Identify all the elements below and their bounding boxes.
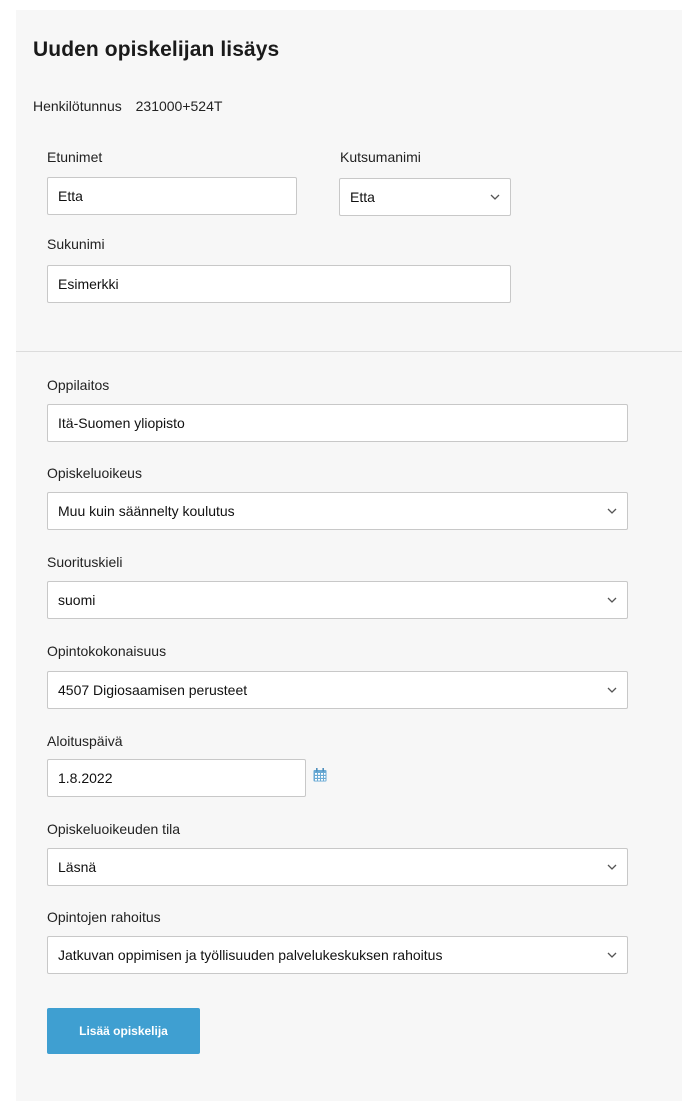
kutsumanimi-value: Etta	[350, 189, 375, 205]
hetu-label: Henkilötunnus	[33, 98, 122, 114]
sukunimi-label: Sukunimi	[47, 236, 105, 252]
kutsumanimi-label: Kutsumanimi	[340, 149, 421, 165]
aloituspaiva-input[interactable]: 1.8.2022	[47, 759, 306, 797]
suorituskieli-select[interactable]: suomi	[47, 581, 628, 619]
rahoitus-value: Jatkuvan oppimisen ja työllisuuden palve…	[58, 947, 443, 963]
opiskeluoikeus-value: Muu kuin säännelty koulutus	[58, 503, 235, 519]
oppilaitos-label: Oppilaitos	[47, 377, 110, 393]
chevron-down-icon	[607, 582, 617, 618]
chevron-down-icon	[607, 849, 617, 885]
aloituspaiva-value: 1.8.2022	[58, 770, 113, 786]
page-title: Uuden opiskelijan lisäys	[33, 38, 280, 61]
add-student-button[interactable]: Lisää opiskelija	[47, 1008, 200, 1054]
etunimet-input[interactable]: Etta	[47, 177, 297, 215]
sukunimi-input[interactable]: Esimerkki	[47, 265, 511, 303]
opintokokonaisuus-value: 4507 Digiosaamisen perusteet	[58, 682, 248, 698]
opiskeluoikeus-select[interactable]: Muu kuin säännelty koulutus	[47, 492, 628, 530]
chevron-down-icon	[607, 937, 617, 973]
calendar-icon[interactable]	[313, 768, 327, 787]
hetu-row: Henkilötunnus 231000+524T	[33, 98, 222, 114]
opintokokonaisuus-label: Opintokokonaisuus	[47, 643, 167, 659]
section-divider	[16, 351, 682, 352]
etunimet-value: Etta	[58, 188, 83, 204]
sukunimi-value: Esimerkki	[58, 276, 119, 292]
opiskeluoikeus-label: Opiskeluoikeus	[47, 465, 142, 481]
chevron-down-icon	[607, 493, 617, 529]
aloituspaiva-label: Aloituspäivä	[47, 733, 123, 749]
oppilaitos-input[interactable]: Itä-Suomen yliopisto	[47, 404, 628, 442]
chevron-down-icon	[607, 672, 617, 708]
suorituskieli-label: Suorituskieli	[47, 554, 123, 570]
rahoitus-label: Opintojen rahoitus	[47, 909, 161, 925]
suorituskieli-value: suomi	[58, 592, 96, 608]
tila-value: Läsnä	[58, 859, 97, 875]
tila-label: Opiskeluoikeuden tila	[47, 821, 181, 837]
oppilaitos-value: Itä-Suomen yliopisto	[58, 415, 185, 431]
hetu-value: 231000+524T	[135, 98, 223, 114]
kutsumanimi-select[interactable]: Etta	[339, 178, 511, 216]
etunimet-label: Etunimet	[47, 149, 103, 165]
tila-select[interactable]: Läsnä	[47, 848, 628, 886]
rahoitus-select[interactable]: Jatkuvan oppimisen ja työllisuuden palve…	[47, 936, 628, 974]
chevron-down-icon	[490, 179, 500, 215]
opintokokonaisuus-select[interactable]: 4507 Digiosaamisen perusteet	[47, 671, 628, 709]
